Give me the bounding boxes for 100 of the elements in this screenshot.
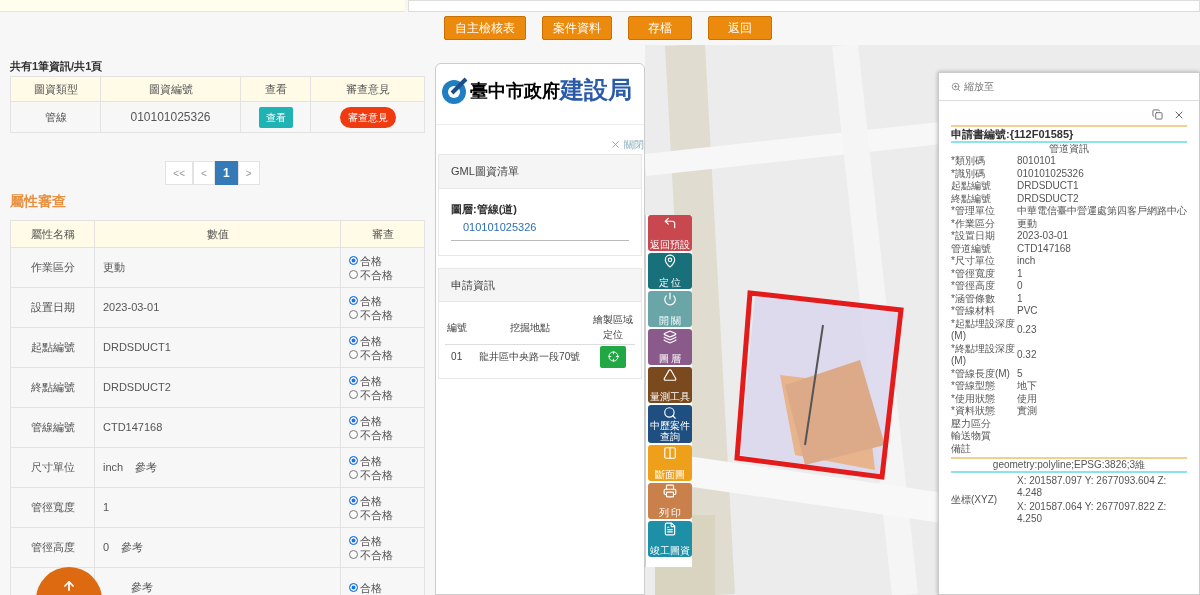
table-cell: 起點編號 [30, 341, 75, 354]
map-tool-button[interactable]: 圖 層 [648, 329, 692, 365]
map-tool-button[interactable]: 返回預設 [648, 215, 692, 251]
radio-button[interactable] [349, 496, 358, 505]
card-header: GML圖資清單 [439, 155, 641, 189]
close-icon[interactable] [1173, 109, 1185, 121]
field-label: *管線型態 [951, 380, 996, 393]
section-title: 屬性審查 [10, 192, 67, 211]
review-comments-button[interactable]: 審查意見 [339, 106, 396, 128]
radio-button[interactable] [349, 336, 358, 345]
action-button[interactable]: 存檔 [627, 16, 692, 40]
radio-button[interactable] [349, 456, 358, 465]
field-label: *起點埋設深度(M) [951, 317, 1016, 343]
power-icon [663, 292, 677, 306]
map-tool-button[interactable]: 定 位 [648, 253, 692, 289]
field-label: 輸送物質 [951, 430, 992, 443]
view-button[interactable]: 查看 [258, 106, 293, 128]
table-cell-text: 更動 [103, 260, 125, 276]
logo-text: 建設局 [560, 74, 632, 106]
field-value: 1 [1017, 292, 1023, 305]
page-button[interactable]: > [237, 161, 260, 185]
radio-label: 不合格 [360, 507, 393, 522]
map-tool-button[interactable]: 列 印 [648, 483, 692, 519]
close-link[interactable]: 關閉 [624, 137, 644, 152]
field-label: *作業區分 [951, 217, 996, 230]
radio-button[interactable] [349, 390, 358, 399]
zoom-to-link[interactable]: 縮放至 [964, 79, 994, 94]
table-cell: 作業區分 [30, 261, 75, 274]
layer-label: 圖層:管線(道) [451, 201, 518, 217]
field-value: 2023-03-01 [1017, 230, 1069, 243]
action-button[interactable]: 自主檢核表 [443, 16, 526, 40]
map-tool-button[interactable]: 斷面圖 [648, 445, 692, 481]
field-label: *管線材料 [951, 305, 996, 318]
crosshair-icon [607, 351, 619, 362]
column-header: 審查 [340, 220, 425, 248]
field-value: 010101025326 [1017, 167, 1084, 180]
radio-button[interactable] [349, 310, 358, 319]
field-label: *管徑寬度 [951, 267, 996, 280]
map-pin-icon [663, 254, 677, 268]
field-label: 壓力區分 [951, 417, 992, 430]
action-button[interactable]: 案件資料 [541, 16, 612, 40]
field-label: *終點埋設深度(M) [951, 342, 1016, 368]
radio-button[interactable] [349, 350, 358, 359]
radio-button[interactable] [349, 583, 358, 592]
drawing-link[interactable]: 010101025326 [463, 219, 537, 236]
table-cell: 終點編號 [30, 381, 75, 394]
page-button[interactable]: < [193, 161, 215, 185]
map-tool-button[interactable]: 中歷案件查詢 [648, 405, 692, 443]
field-label: *識別碼 [951, 167, 986, 180]
geometry-info: geometry:polyline;EPSG:3826;3維 [991, 459, 1147, 471]
card-header: 申請資訊 [439, 268, 641, 302]
column-header: 編號 [445, 310, 469, 345]
popup-title: 申請書編號:{112F01585} [951, 127, 1075, 141]
map-tool-button[interactable]: 竣工圖資 [648, 521, 692, 557]
radio-label: 合格 [360, 533, 382, 548]
field-label: *使用狀態 [951, 392, 996, 405]
table-cell: 尺寸單位 [30, 461, 75, 474]
radio-button[interactable] [349, 270, 358, 279]
radio-button[interactable] [349, 430, 358, 439]
table-cell: 010101025326 [100, 101, 241, 133]
reference-note: 參考 [131, 580, 153, 595]
radio-button[interactable] [349, 256, 358, 265]
field-value: 地下 [1017, 380, 1037, 393]
coordinate-value: X: 201587.097 Y: 2677093.604 Z: 4.248 [1017, 475, 1168, 499]
field-label: *類別碼 [951, 155, 986, 168]
radio-button[interactable] [349, 416, 358, 425]
radio-button[interactable] [349, 470, 358, 479]
radio-label: 不合格 [360, 467, 393, 482]
field-value: 更動 [1017, 217, 1037, 230]
radio-label: 不合格 [360, 427, 393, 442]
field-value: 5 [1017, 367, 1023, 380]
table-cell: 管徑寬度 [30, 501, 75, 514]
field-value: DRDSDUCT1 [1017, 180, 1079, 193]
field-label: 終點編號 [951, 192, 992, 205]
table-cell-text: DRDSDUCT1 [103, 340, 171, 356]
restore-window-icon[interactable] [1152, 109, 1163, 120]
table-cell-text: 1 [103, 500, 110, 516]
table-cell: 管線編號 [30, 421, 75, 434]
map-tool-button[interactable]: 量測工具 [648, 367, 692, 403]
radio-label: 合格 [360, 253, 382, 268]
close-icon [610, 139, 621, 150]
field-label: 備註 [951, 442, 972, 455]
column-header: 審查意見 [310, 76, 425, 102]
map-tool-button[interactable]: 開 關 [648, 291, 692, 327]
radio-button[interactable] [349, 376, 358, 385]
radio-button[interactable] [349, 550, 358, 559]
field-value: 1 [1017, 267, 1023, 280]
radio-button[interactable] [349, 296, 358, 305]
search-icon [663, 406, 677, 420]
field-label: 坐標(XYZ) [951, 494, 999, 506]
radio-label: 合格 [360, 580, 382, 595]
field-label: 管道編號 [951, 242, 992, 255]
page-button[interactable]: << [165, 161, 193, 185]
radio-button[interactable] [349, 510, 358, 519]
page-button[interactable]: 1 [215, 161, 238, 185]
action-button[interactable]: 返回 [707, 16, 772, 40]
column-header: 圖資類型 [10, 76, 101, 102]
radio-button[interactable] [349, 536, 358, 545]
locate-button[interactable] [600, 345, 626, 368]
column-header: 數值 [94, 220, 341, 248]
